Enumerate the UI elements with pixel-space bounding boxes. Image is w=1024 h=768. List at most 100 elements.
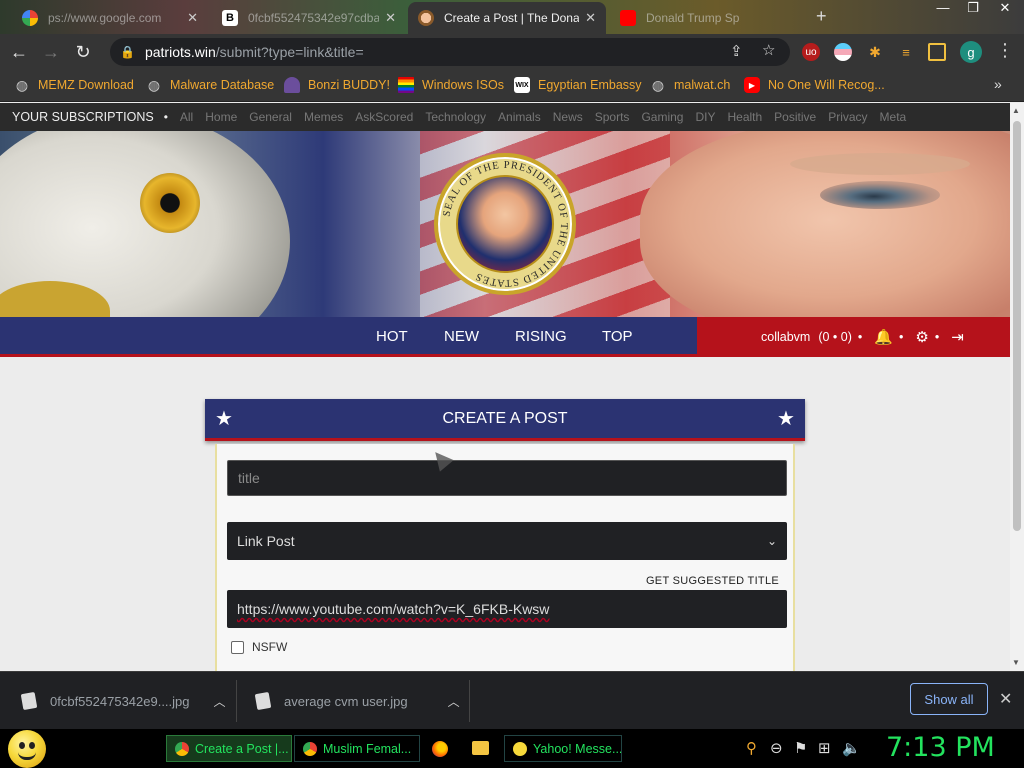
scroll-up-icon[interactable]: ▲ xyxy=(1012,106,1020,115)
tab-image[interactable]: B 0fcbf552475342e97cdba ✕ xyxy=(212,2,406,34)
start-button[interactable] xyxy=(8,730,46,768)
chevron-up-icon[interactable]: ︿ xyxy=(448,693,460,710)
volume-icon[interactable]: 🔈 xyxy=(842,739,861,757)
presidential-seal-logo[interactable]: SEAL OF THE PRESIDENT OF THE UNITED STAT… xyxy=(434,153,576,295)
get-suggested-title-button[interactable]: GET SUGGESTED TITLE xyxy=(646,575,779,587)
bookmark-egyptian-embassy[interactable]: WIX Egyptian Embassy xyxy=(514,77,642,93)
globe-icon: ◍ xyxy=(15,76,29,93)
network-icon[interactable]: ⊞ xyxy=(818,739,831,757)
window-close-icon[interactable]: ✕ xyxy=(990,0,1020,18)
sub-link-general[interactable]: General xyxy=(249,110,292,124)
clock[interactable]: 7:13 PM xyxy=(886,732,995,763)
firefox-icon[interactable] xyxy=(432,741,448,757)
sort-new[interactable]: NEW xyxy=(444,328,479,345)
close-icon[interactable]: ✕ xyxy=(999,689,1012,709)
chevron-up-icon[interactable]: ︿ xyxy=(214,693,226,710)
reload-icon[interactable]: ↻ xyxy=(70,39,96,65)
bookmark-label: No One Will Recog... xyxy=(768,78,885,92)
page-scrollbar[interactable]: ▲ ▼ xyxy=(1010,103,1024,671)
sub-link-animals[interactable]: Animals xyxy=(498,110,541,124)
sub-link-privacy[interactable]: Privacy xyxy=(828,110,867,124)
close-icon[interactable]: ✕ xyxy=(585,10,596,26)
lock-icon[interactable]: 🔒 xyxy=(120,45,135,59)
sort-rising[interactable]: RISING xyxy=(515,328,567,345)
download-filename: 0fcbf552475342e9....jpg xyxy=(50,693,190,709)
profile-avatar[interactable]: g xyxy=(960,41,982,63)
title-input[interactable]: title xyxy=(227,460,787,496)
share-icon[interactable]: ⇪ xyxy=(730,42,743,60)
smiley-eye xyxy=(19,742,25,749)
ublock-icon[interactable]: uo xyxy=(802,43,820,61)
sub-link-technology[interactable]: Technology xyxy=(425,110,486,124)
minimize-icon[interactable]: — xyxy=(928,0,958,18)
sub-link-meta[interactable]: Meta xyxy=(880,110,907,124)
network-status-icon[interactable]: ⊖ xyxy=(770,739,783,757)
sub-link-news[interactable]: News xyxy=(553,110,583,124)
tab-create-post[interactable]: Create a Post | The Donald ✕ xyxy=(408,2,606,34)
more-bookmarks-icon[interactable]: » xyxy=(994,76,1002,92)
close-icon[interactable]: ✕ xyxy=(385,10,396,26)
show-all-button[interactable]: Show all xyxy=(910,683,988,715)
bookmark-star-icon[interactable]: ☆ xyxy=(762,41,775,59)
address-bar[interactable]: 🔒 patriots.win/submit?type=link&title= xyxy=(110,38,790,66)
gear-icon[interactable]: ⚙ xyxy=(915,328,928,346)
media-icon[interactable]: ≡ xyxy=(897,43,915,61)
sidebar-icon[interactable] xyxy=(928,43,946,61)
search-icon[interactable]: ⚲ xyxy=(746,739,757,757)
new-tab-icon[interactable]: + xyxy=(816,6,827,27)
sort-hot[interactable]: HOT xyxy=(376,328,408,345)
close-icon[interactable]: ✕ xyxy=(187,10,198,26)
back-icon[interactable]: ← xyxy=(6,39,32,65)
sub-link-sports[interactable]: Sports xyxy=(595,110,630,124)
sort-bar: HOT NEW RISING TOP xyxy=(0,317,697,357)
trans-flag-icon[interactable] xyxy=(834,43,852,61)
tab-google[interactable]: ps://www.google.com ✕ xyxy=(12,2,208,34)
maximize-icon[interactable]: ❐ xyxy=(958,0,988,18)
sub-link-home[interactable]: Home xyxy=(205,110,237,124)
url-input[interactable]: https://www.youtube.com/watch?v=K_6FKB-K… xyxy=(227,590,787,628)
download-item[interactable]: 0fcbf552475342e9....jpg ︿ xyxy=(20,672,226,730)
separator-dot: • xyxy=(934,330,940,344)
bookmark-bonzi-buddy[interactable]: Bonzi BUDDY! xyxy=(284,77,390,93)
sub-link-positive[interactable]: Positive xyxy=(774,110,816,124)
bookmark-malwatch[interactable]: ◍ malwat.ch xyxy=(650,77,730,93)
taskbar-item-chrome[interactable]: Create a Post |... xyxy=(166,735,292,762)
bookmark-malware-database[interactable]: ◍ Malware Database xyxy=(146,77,274,93)
sub-link-all[interactable]: All xyxy=(180,110,193,124)
download-item[interactable]: average cvm user.jpg ︿ xyxy=(254,672,460,730)
bell-icon[interactable]: 🔔 xyxy=(874,328,893,346)
smiley-eye xyxy=(29,742,35,749)
bookmark-windows-isos[interactable]: Windows ISOs xyxy=(398,77,504,93)
sub-link-diy[interactable]: DIY xyxy=(695,110,715,124)
scroll-down-icon[interactable]: ▼ xyxy=(1012,658,1020,667)
extensions-icon[interactable]: ✱ xyxy=(866,43,884,61)
flag-alert-icon[interactable]: ⚑ xyxy=(794,739,807,757)
user-bar: collabvm (0 • 0) • 🔔 • ⚙ • ⇥ xyxy=(697,317,1010,357)
youtube-icon: ▶ xyxy=(744,77,760,93)
sub-link-health[interactable]: Health xyxy=(727,110,762,124)
chrome-icon xyxy=(303,741,317,756)
subscriptions-label[interactable]: YOUR SUBSCRIPTIONS xyxy=(12,110,154,124)
download-filename: average cvm user.jpg xyxy=(284,693,408,709)
logout-icon[interactable]: ⇥ xyxy=(951,328,964,346)
scroll-thumb[interactable] xyxy=(1013,121,1021,531)
bookmark-no-one-will-recognize[interactable]: ▶ No One Will Recog... xyxy=(744,77,885,93)
sub-link-memes[interactable]: Memes xyxy=(304,110,343,124)
sub-link-gaming[interactable]: Gaming xyxy=(641,110,683,124)
tab-title: Create a Post | The Donald xyxy=(444,11,580,25)
nsfw-label: NSFW xyxy=(252,640,288,654)
taskbar-item-yahoo-messenger[interactable]: Yahoo! Messe... xyxy=(504,735,622,762)
sub-link-askscored[interactable]: AskScored xyxy=(355,110,413,124)
sort-top[interactable]: TOP xyxy=(602,328,633,345)
menu-icon[interactable]: ⋮ xyxy=(996,40,1014,61)
nsfw-checkbox-row[interactable]: NSFW xyxy=(231,640,287,654)
forward-icon[interactable]: → xyxy=(38,39,64,65)
post-type-select[interactable]: Link Post ⌄ xyxy=(227,522,787,560)
username-link[interactable]: collabvm xyxy=(761,330,810,344)
bookmark-memz[interactable]: ◍ MEMZ Download xyxy=(14,77,134,93)
nsfw-checkbox[interactable] xyxy=(231,640,244,654)
folder-icon[interactable] xyxy=(472,741,489,755)
taskbar-item-chrome-2[interactable]: Muslim Femal... xyxy=(294,735,420,762)
tab-youtube[interactable]: Donald Trump Sp xyxy=(610,2,810,34)
tab-title: 0fcbf552475342e97cdba xyxy=(248,11,380,25)
